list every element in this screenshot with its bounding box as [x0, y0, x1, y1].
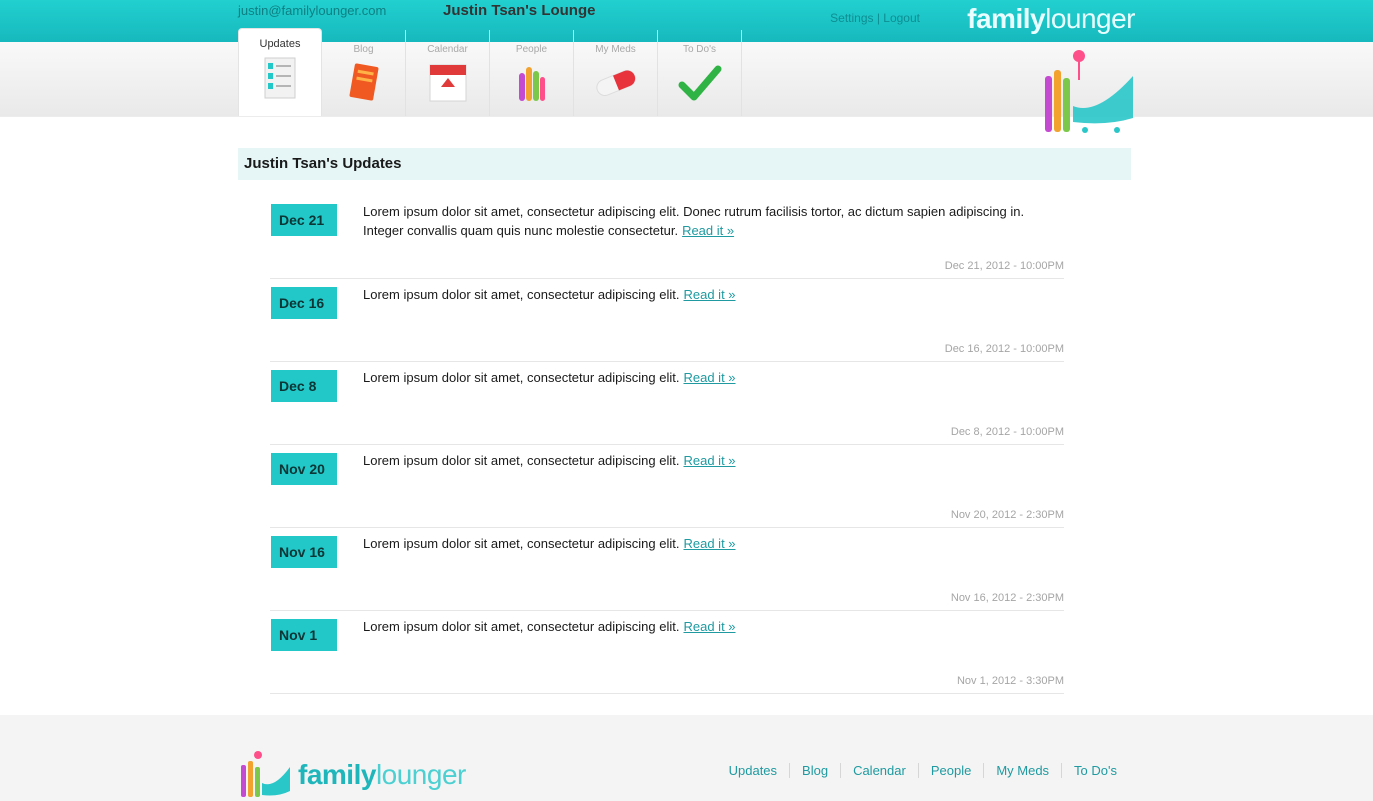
update-timestamp: Dec 21, 2012 - 10:00PM	[944, 260, 1064, 272]
list-item: Dec 16 Lorem ipsum dolor sit amet, conse…	[270, 279, 1064, 362]
logo-bold-text: family	[967, 3, 1046, 34]
update-text-block: Lorem ipsum dolor sit amet, consectetur …	[363, 285, 1063, 304]
date-badge: Nov 1	[271, 619, 337, 651]
familylounger-logo[interactable]: familylounger	[967, 3, 1135, 35]
date-badge: Dec 8	[271, 370, 337, 402]
tab-label: Updates	[259, 38, 301, 50]
footer-link-updates[interactable]: Updates	[717, 763, 789, 778]
update-text: Lorem ipsum dolor sit amet, consectetur …	[363, 370, 680, 385]
blog-notebook-icon	[349, 63, 378, 101]
family-mascot-icon	[241, 751, 290, 797]
update-timestamp: Nov 20, 2012 - 2:30PM	[950, 509, 1064, 521]
main-tabs: Updates Blog Calendar People My Meds To …	[238, 28, 742, 116]
list-item: Nov 1 Lorem ipsum dolor sit amet, consec…	[270, 611, 1064, 694]
footer-link-my-meds[interactable]: My Meds	[983, 763, 1061, 778]
account-email[interactable]: justin@familylounger.com	[238, 3, 386, 18]
people-icon	[518, 67, 545, 101]
logo-light-text: lounger	[1045, 3, 1135, 34]
lounge-title: Justin Tsan's Lounge	[443, 2, 596, 19]
read-more-link[interactable]: Read it »	[683, 287, 735, 302]
update-timestamp: Dec 16, 2012 - 10:00PM	[944, 343, 1064, 355]
tab-blog[interactable]: Blog	[322, 30, 406, 116]
update-text: Lorem ipsum dolor sit amet, consectetur …	[363, 287, 680, 302]
tab-calendar[interactable]: Calendar	[406, 30, 490, 116]
footer: familylounger Updates Blog Calendar Peop…	[0, 715, 1373, 801]
update-text: Lorem ipsum dolor sit amet, consectetur …	[363, 619, 680, 634]
pill-icon	[595, 70, 636, 96]
tab-people[interactable]: People	[490, 30, 574, 116]
update-text: Lorem ipsum dolor sit amet, consectetur …	[363, 536, 680, 551]
update-text: Lorem ipsum dolor sit amet, consectetur …	[363, 453, 680, 468]
update-text-block: Lorem ipsum dolor sit amet, consectetur …	[363, 617, 1063, 636]
update-text-block: Lorem ipsum dolor sit amet, consectetur …	[363, 368, 1063, 387]
update-timestamp: Dec 8, 2012 - 10:00PM	[950, 426, 1064, 438]
logo-bold-text: family	[298, 759, 376, 790]
update-text-block: Lorem ipsum dolor sit amet, consectetur …	[363, 202, 1063, 240]
list-item: Dec 21 Lorem ipsum dolor sit amet, conse…	[270, 196, 1064, 279]
tab-label: Calendar	[427, 44, 468, 55]
footer-logo-text: familylounger	[298, 759, 466, 791]
account-links[interactable]: Settings | Logout	[830, 11, 920, 25]
read-more-link[interactable]: Read it »	[683, 619, 735, 634]
date-badge: Dec 21	[271, 204, 337, 236]
read-more-link[interactable]: Read it »	[683, 453, 735, 468]
list-item: Nov 20 Lorem ipsum dolor sit amet, conse…	[270, 445, 1064, 528]
updates-list: Dec 21 Lorem ipsum dolor sit amet, conse…	[270, 196, 1064, 694]
tab-updates[interactable]: Updates	[238, 28, 322, 116]
footer-logo[interactable]: familylounger	[238, 749, 478, 799]
update-timestamp: Nov 16, 2012 - 2:30PM	[950, 592, 1064, 604]
tab-label: People	[515, 44, 548, 55]
footer-links: Updates Blog Calendar People My Meds To …	[717, 763, 1129, 778]
footer-link-todos[interactable]: To Do's	[1061, 763, 1129, 778]
footer-link-people[interactable]: People	[917, 763, 983, 778]
update-text-block: Lorem ipsum dolor sit amet, consectetur …	[363, 534, 1063, 553]
read-more-link[interactable]: Read it »	[682, 223, 734, 238]
family-mascot-icon	[1045, 50, 1133, 133]
calendar-icon	[429, 64, 466, 102]
date-badge: Dec 16	[271, 287, 337, 319]
tab-my-meds[interactable]: My Meds	[574, 30, 658, 116]
list-item: Nov 16 Lorem ipsum dolor sit amet, conse…	[270, 528, 1064, 611]
date-badge: Nov 20	[271, 453, 337, 485]
tab-label: To Do's	[682, 44, 717, 55]
footer-link-calendar[interactable]: Calendar	[840, 763, 918, 778]
section-title: Justin Tsan's Updates	[238, 148, 1131, 180]
tab-label: My Meds	[595, 44, 636, 55]
tab-label: Blog	[353, 44, 374, 55]
read-more-link[interactable]: Read it »	[683, 536, 735, 551]
update-text-block: Lorem ipsum dolor sit amet, consectetur …	[363, 451, 1063, 470]
update-timestamp: Nov 1, 2012 - 3:30PM	[956, 675, 1064, 687]
list-item: Dec 8 Lorem ipsum dolor sit amet, consec…	[270, 362, 1064, 445]
read-more-link[interactable]: Read it »	[683, 370, 735, 385]
date-badge: Nov 16	[271, 536, 337, 568]
footer-link-blog[interactable]: Blog	[789, 763, 840, 778]
updates-list-icon	[264, 57, 296, 99]
logo-light-text: lounger	[375, 759, 466, 790]
tab-todos[interactable]: To Do's	[658, 30, 742, 116]
checkmark-icon	[678, 65, 721, 101]
